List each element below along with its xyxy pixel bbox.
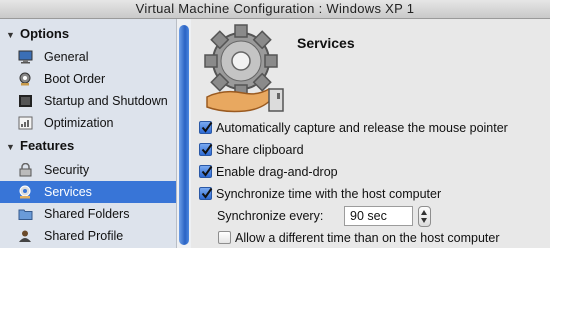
startup-icon xyxy=(19,95,32,107)
drag-and-drop-checkbox[interactable] xyxy=(199,165,213,178)
checkmark-icon xyxy=(201,187,213,199)
page-title: Services xyxy=(297,35,355,51)
monitor-icon xyxy=(18,50,33,64)
shared-folders-icon xyxy=(18,209,33,220)
share-clipboard-checkbox[interactable] xyxy=(199,143,213,156)
checkmark-icon xyxy=(201,121,213,133)
sidebar-item-label: Boot Order xyxy=(44,72,106,86)
shared-profile-icon xyxy=(19,230,31,242)
services-gear-hand-icon xyxy=(204,24,284,113)
boot-gear-icon xyxy=(19,72,31,86)
option-label: Allow a different time than on the host … xyxy=(235,231,500,245)
capture-mouse-checkbox[interactable] xyxy=(199,121,213,134)
option-label: Synchronize time with the host computer xyxy=(216,187,442,201)
sidebar-item-startup-shutdown[interactable]: Startup and Shutdown xyxy=(0,90,176,112)
option-label: Automatically capture and release the mo… xyxy=(216,121,508,135)
vm-config-window: Virtual Machine Configuration : Windows … xyxy=(0,0,550,248)
sidebar-item-label: General xyxy=(44,50,89,64)
option-label: Share clipboard xyxy=(216,143,304,157)
sync-interval-field[interactable]: 90 sec xyxy=(344,206,413,226)
security-icon xyxy=(19,163,32,177)
services-panel: Services Automatically capture and relea… xyxy=(191,19,550,248)
sync-interval-label: Synchronize every: xyxy=(217,209,324,223)
disclosure-triangle-icon[interactable]: ▼ xyxy=(0,24,20,46)
checkmark-icon xyxy=(201,143,213,155)
optimization-icon xyxy=(18,116,33,130)
sidebar-item-general[interactable]: General xyxy=(0,46,176,68)
stepper-down-icon[interactable] xyxy=(421,218,427,223)
option-label: Enable drag-and-drop xyxy=(216,165,338,179)
scrollbar-thumb[interactable] xyxy=(179,25,189,245)
sidebar-item-label: Startup and Shutdown xyxy=(44,94,168,108)
sidebar-item-label: Shared Folders xyxy=(44,207,130,221)
sidebar-section-features[interactable]: ▼ Features xyxy=(0,135,176,157)
sidebar: ▼ Options General Boot Order Startup and … xyxy=(0,19,176,248)
window-title: Virtual Machine Configuration : Windows … xyxy=(0,0,550,19)
sidebar-item-services[interactable]: Services xyxy=(0,181,176,203)
sidebar-item-optimization[interactable]: Optimization xyxy=(0,112,176,134)
sidebar-item-label: Shared Profile xyxy=(44,229,124,243)
services-icon xyxy=(19,185,31,199)
section-label: Features xyxy=(20,138,75,153)
sidebar-item-security[interactable]: Security xyxy=(0,159,176,181)
sidebar-item-label: Optimization xyxy=(44,116,114,130)
sidebar-item-label: Security xyxy=(44,163,90,177)
sidebar-item-label: Services xyxy=(44,185,92,199)
allow-different-time-checkbox[interactable] xyxy=(218,231,231,244)
checkmark-icon xyxy=(201,165,213,177)
sidebar-scrollbar[interactable] xyxy=(176,19,191,248)
section-label: Options xyxy=(20,26,70,41)
disclosure-triangle-icon[interactable]: ▼ xyxy=(0,136,20,158)
sync-interval-stepper[interactable] xyxy=(418,206,431,227)
stepper-up-icon[interactable] xyxy=(421,210,427,215)
sidebar-item-shared-folders[interactable]: Shared Folders xyxy=(0,203,176,225)
sidebar-section-options[interactable]: ▼ Options xyxy=(0,23,176,45)
sync-time-checkbox[interactable] xyxy=(199,187,213,200)
sidebar-item-shared-profile[interactable]: Shared Profile xyxy=(0,225,176,247)
sidebar-item-boot-order[interactable]: Boot Order xyxy=(0,68,176,90)
